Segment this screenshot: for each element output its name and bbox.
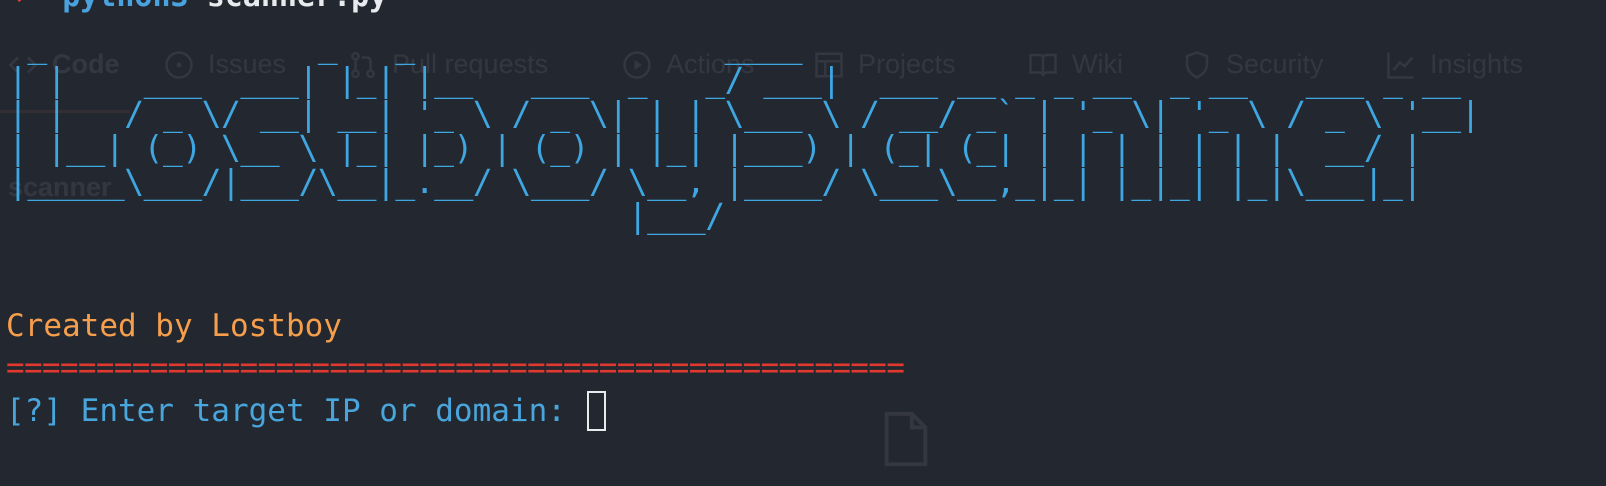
divider-line: ========================================… — [6, 350, 905, 386]
credit-text: Created by Lostboy — [6, 308, 342, 344]
command-name: python3 — [62, 0, 188, 14]
ascii-banner: _ _ _ ____ | | ___ ___| |_| |__ ___ _ _/… — [8, 26, 1480, 235]
prompt-arrow-icon: ➜ — [8, 0, 26, 14]
command-argument: scanner.py — [207, 0, 388, 14]
terminal-window[interactable]: ➜ python3 scanner.py _ _ _ ____ | | ___ … — [0, 0, 1606, 486]
text-cursor[interactable] — [586, 391, 606, 431]
input-prompt-label: [?] Enter target IP or domain: — [6, 393, 585, 429]
command-line: ➜ python3 scanner.py — [8, 0, 387, 12]
input-prompt-line[interactable]: [?] Enter target IP or domain: — [6, 390, 606, 432]
